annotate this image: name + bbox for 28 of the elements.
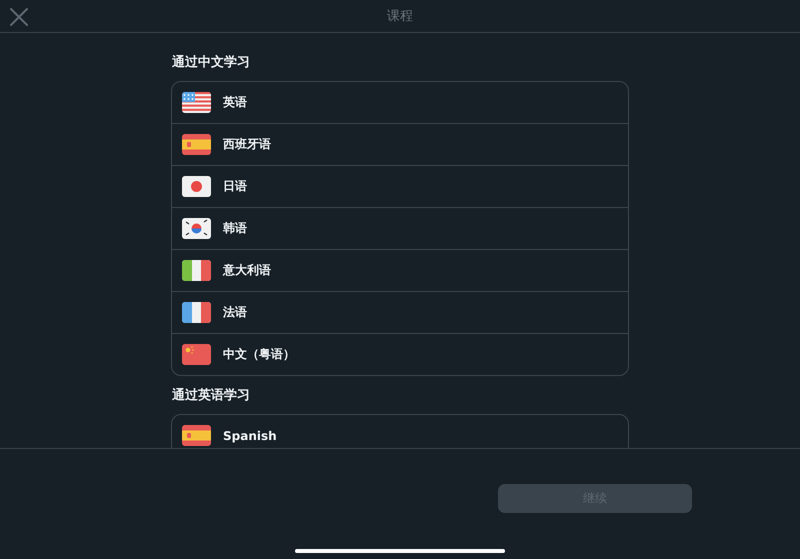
flag-icon <box>182 344 211 365</box>
flag-icon <box>182 92 211 113</box>
course-name: 英语 <box>223 94 247 111</box>
close-icon[interactable] <box>10 8 28 26</box>
flag-icon <box>182 176 211 197</box>
page-title: 课程 <box>387 8 413 25</box>
section-heading: 通过英语学习 <box>172 387 251 404</box>
flag-icon <box>182 302 211 323</box>
flag-icon <box>182 260 211 281</box>
course-name: Spanish <box>223 428 277 442</box>
course-item[interactable]: 英语 <box>172 82 628 123</box>
course-name: 中文（粤语） <box>223 346 295 363</box>
flag-icon <box>182 425 211 446</box>
flag-icon <box>182 134 211 155</box>
course-item[interactable]: 意大利语 <box>172 249 628 291</box>
course-name: 韩语 <box>223 220 247 237</box>
section-heading: 通过中文学习 <box>172 54 251 71</box>
course-item[interactable]: 法语 <box>172 291 628 333</box>
course-name: 西班牙语 <box>223 136 271 153</box>
course-name: 日语 <box>223 178 247 195</box>
course-item[interactable]: 中文（粤语） <box>172 333 628 375</box>
course-item[interactable]: 韩语 <box>172 207 628 249</box>
course-name: 法语 <box>223 304 247 321</box>
course-item[interactable]: 西班牙语 <box>172 123 628 165</box>
course-item[interactable]: Spanish <box>172 415 628 448</box>
course-name: 意大利语 <box>223 262 271 279</box>
course-item[interactable]: 日语 <box>172 165 628 207</box>
flag-icon <box>182 218 211 239</box>
